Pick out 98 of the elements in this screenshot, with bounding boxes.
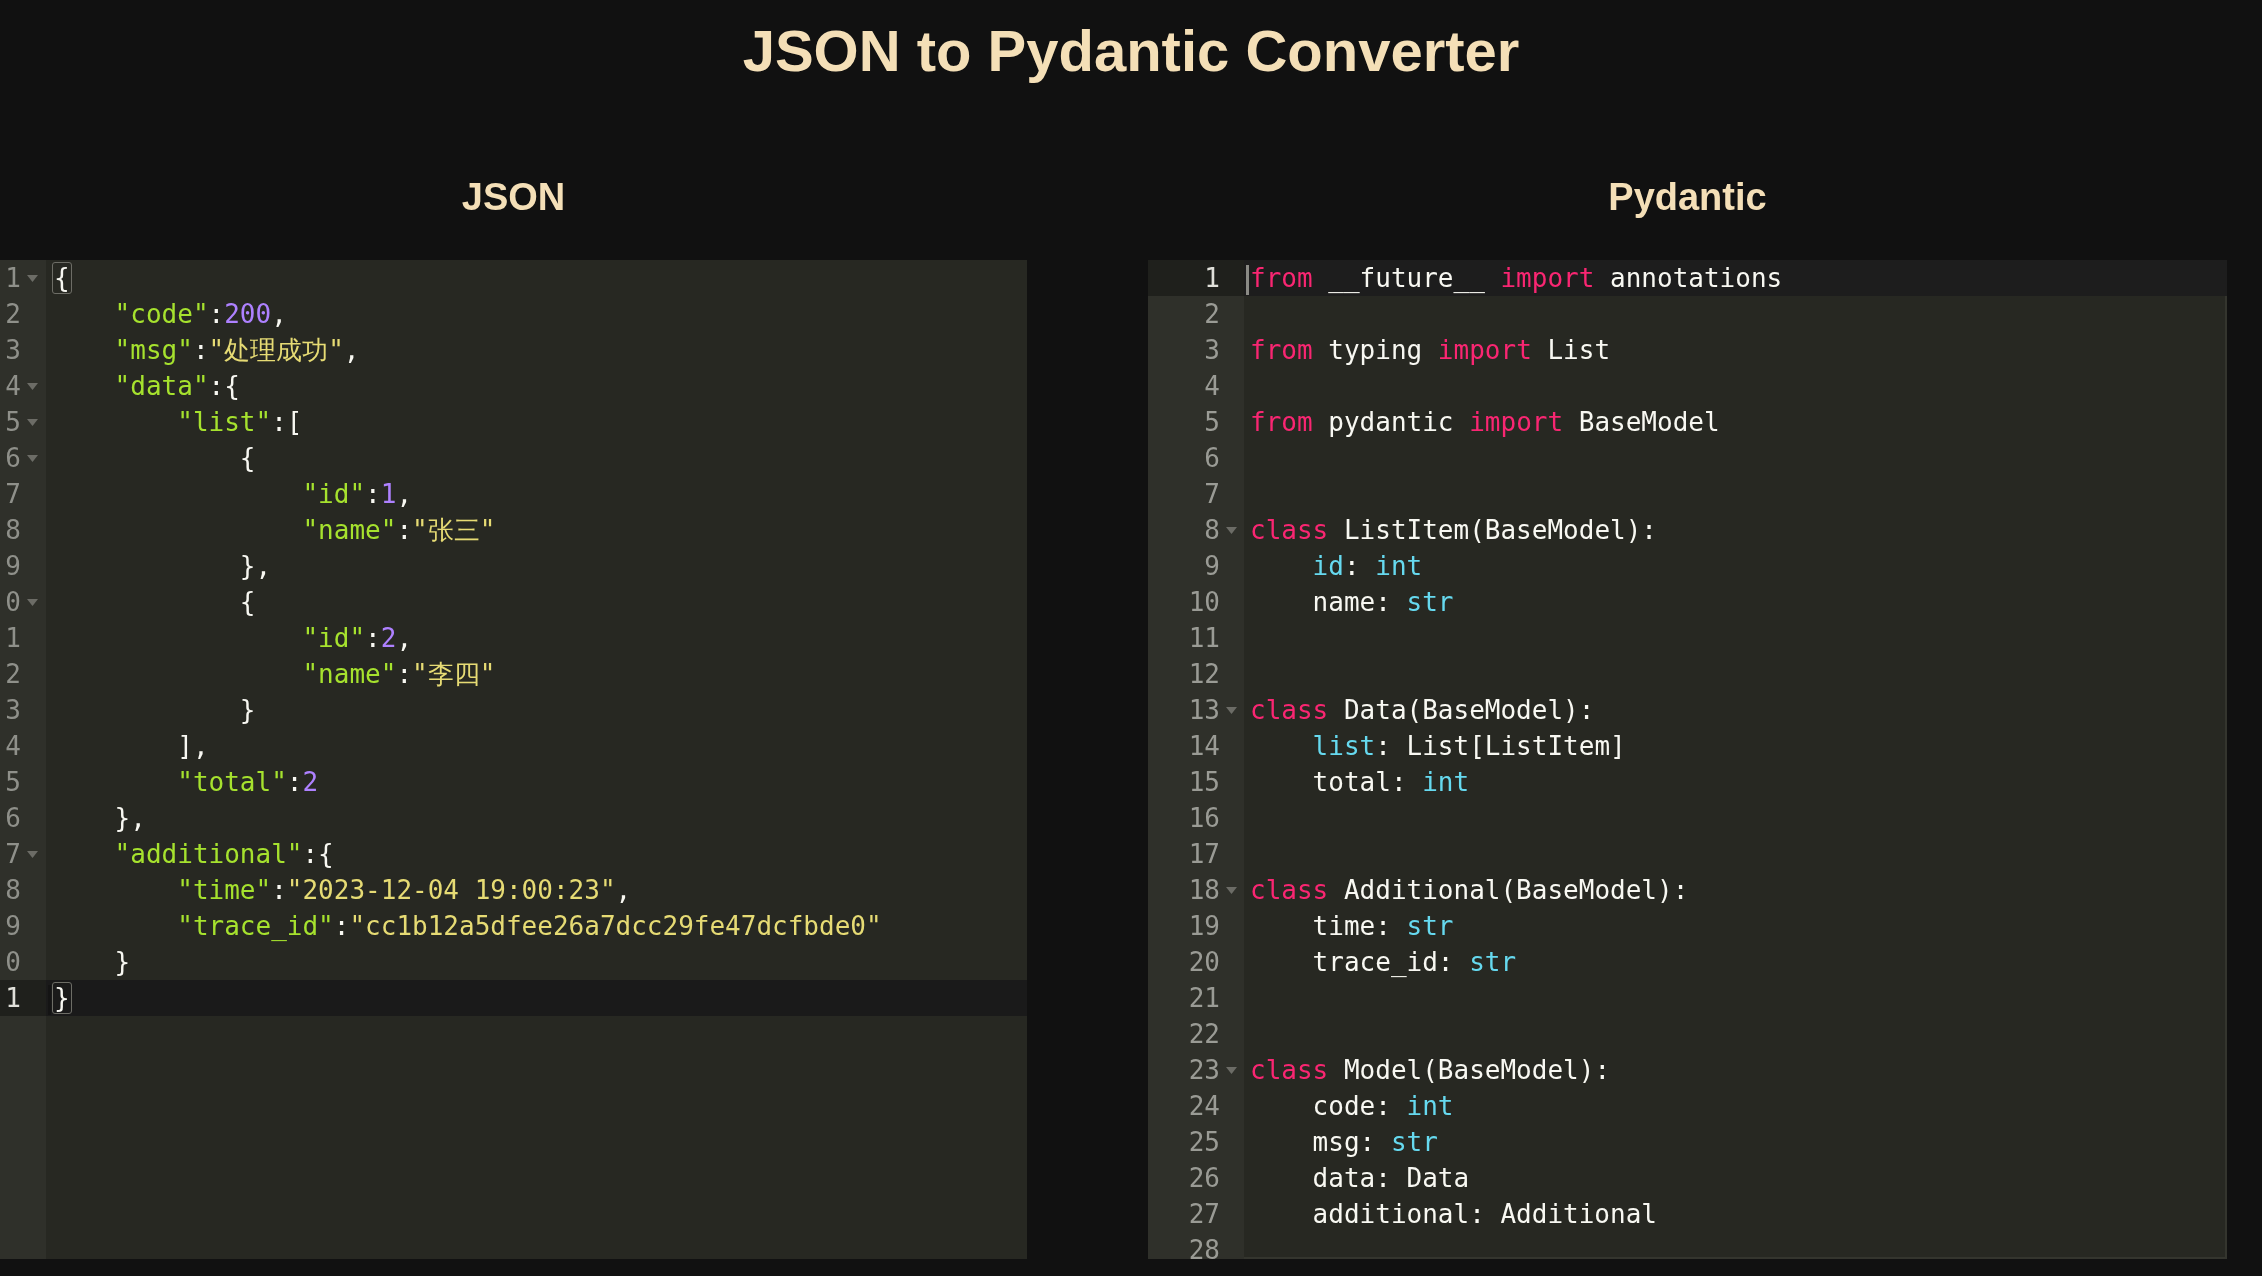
line-number: 1 [1203, 262, 1220, 295]
code-line: "total":2 [176, 766, 320, 799]
line-number: 3 [4, 334, 21, 367]
fold-arrow-icon[interactable] [1226, 1066, 1237, 1074]
line-number: 3 [4, 694, 21, 727]
fold-arrow-icon[interactable] [27, 454, 38, 462]
code-line: msg: str [1311, 1126, 1439, 1159]
line-number: 18 [1187, 874, 1220, 907]
line-number: 12 [1187, 658, 1220, 691]
line-number: 0 [4, 946, 21, 979]
line-number: 4 [4, 370, 21, 403]
code-line: "code":200, [113, 298, 288, 331]
code-line: name: str [1311, 586, 1455, 619]
line-number: 5 [1203, 406, 1220, 439]
code-line: additional: Additional [1311, 1198, 1658, 1231]
panel-heading: Pydantic [1608, 174, 1767, 220]
line-number: 8 [1203, 514, 1220, 547]
code-line: class Model(BaseModel): [1249, 1054, 1612, 1087]
line-number: 8 [4, 874, 21, 907]
code-line: list: List[ListItem] [1311, 730, 1627, 763]
code-line: "list":[ [176, 406, 304, 439]
code-line: "trace_id":"cc1b12a5dfee26a7dcc29fe47dcfbde0" [176, 910, 883, 943]
code-line: "data":{ [113, 370, 241, 403]
line-number: 8 [4, 514, 21, 547]
line-number: 13 [1187, 694, 1220, 727]
line-number: 5 [4, 766, 21, 799]
line-number: 4 [4, 730, 21, 763]
line-number: 0 [4, 586, 21, 619]
code-line: code: int [1311, 1090, 1455, 1123]
line-number: 25 [1187, 1126, 1220, 1159]
fold-arrow-icon[interactable] [27, 418, 38, 426]
line-number: 9 [4, 550, 21, 583]
page-title: JSON to Pydantic Converter [742, 16, 1520, 85]
code-line: class ListItem(BaseModel): [1249, 514, 1658, 547]
code-line: from typing import List [1249, 334, 1612, 367]
code-line: from pydantic import BaseModel [1249, 406, 1721, 439]
code-line: "name":"李四" [301, 658, 497, 691]
line-number: 19 [1187, 910, 1220, 943]
line-number: 1 [4, 982, 21, 1015]
line-number: 2 [4, 298, 21, 331]
line-number: 11 [1187, 622, 1220, 655]
line-number: 26 [1187, 1162, 1220, 1195]
code-editor[interactable] [1148, 260, 2227, 1259]
line-number: 1 [4, 622, 21, 655]
line-number: 22 [1187, 1018, 1220, 1051]
code-line: data: Data [1311, 1162, 1471, 1195]
line-number: 24 [1187, 1090, 1220, 1123]
code-line: } [238, 694, 257, 727]
line-number: 14 [1187, 730, 1220, 763]
code-line: "id":2, [301, 622, 414, 655]
code-line: "name":"张三" [301, 514, 497, 547]
code-line: "time":"2023-12-04 19:00:23", [176, 874, 633, 907]
line-number: 2 [1203, 298, 1220, 331]
line-number: 7 [4, 478, 21, 511]
code-line: { [238, 586, 257, 619]
code-line: "msg":"处理成功", [113, 334, 361, 367]
line-number: 27 [1187, 1198, 1220, 1231]
fold-arrow-icon[interactable] [27, 382, 38, 390]
code-line: trace_id: str [1311, 946, 1518, 979]
line-number: 6 [4, 442, 21, 475]
code-line: id: int [1311, 550, 1424, 583]
line-number: 6 [1203, 442, 1220, 475]
line-number: 4 [1203, 370, 1220, 403]
line-number: 3 [1203, 334, 1220, 367]
line-number: 6 [4, 802, 21, 835]
line-number: 9 [1203, 550, 1220, 583]
code-line: class Additional(BaseModel): [1249, 874, 1690, 907]
fold-arrow-icon[interactable] [27, 274, 38, 282]
code-line: "id":1, [301, 478, 414, 511]
line-number: 9 [4, 910, 21, 943]
code-line: { [238, 442, 257, 475]
code-line: total: int [1311, 766, 1471, 799]
fold-arrow-icon[interactable] [1226, 526, 1237, 534]
line-number: 20 [1187, 946, 1220, 979]
line-number: 21 [1187, 982, 1220, 1015]
panel-heading: JSON [461, 174, 566, 220]
fold-arrow-icon[interactable] [27, 850, 38, 858]
code-line: ], [176, 730, 210, 763]
line-number: 2 [4, 658, 21, 691]
code-line: class Data(BaseModel): [1249, 694, 1596, 727]
line-number: 1 [4, 262, 21, 295]
fold-arrow-icon[interactable] [27, 598, 38, 606]
fold-arrow-icon[interactable] [1226, 706, 1237, 714]
line-number: 17 [1187, 838, 1220, 871]
code-line: } [113, 946, 132, 979]
line-number: 28 [1187, 1234, 1220, 1259]
line-number: 5 [4, 406, 21, 439]
line-number: 23 [1187, 1054, 1220, 1087]
code-line: "additional":{ [113, 838, 335, 871]
code-line: }, [238, 550, 273, 583]
line-number: 7 [4, 838, 21, 871]
fold-arrow-icon[interactable] [1226, 886, 1237, 894]
code-line: }, [113, 802, 147, 835]
line-number: 16 [1187, 802, 1220, 835]
code-line: time: str [1311, 910, 1455, 943]
line-number: 10 [1187, 586, 1220, 619]
line-number: 15 [1187, 766, 1220, 799]
line-number: 7 [1203, 478, 1220, 511]
